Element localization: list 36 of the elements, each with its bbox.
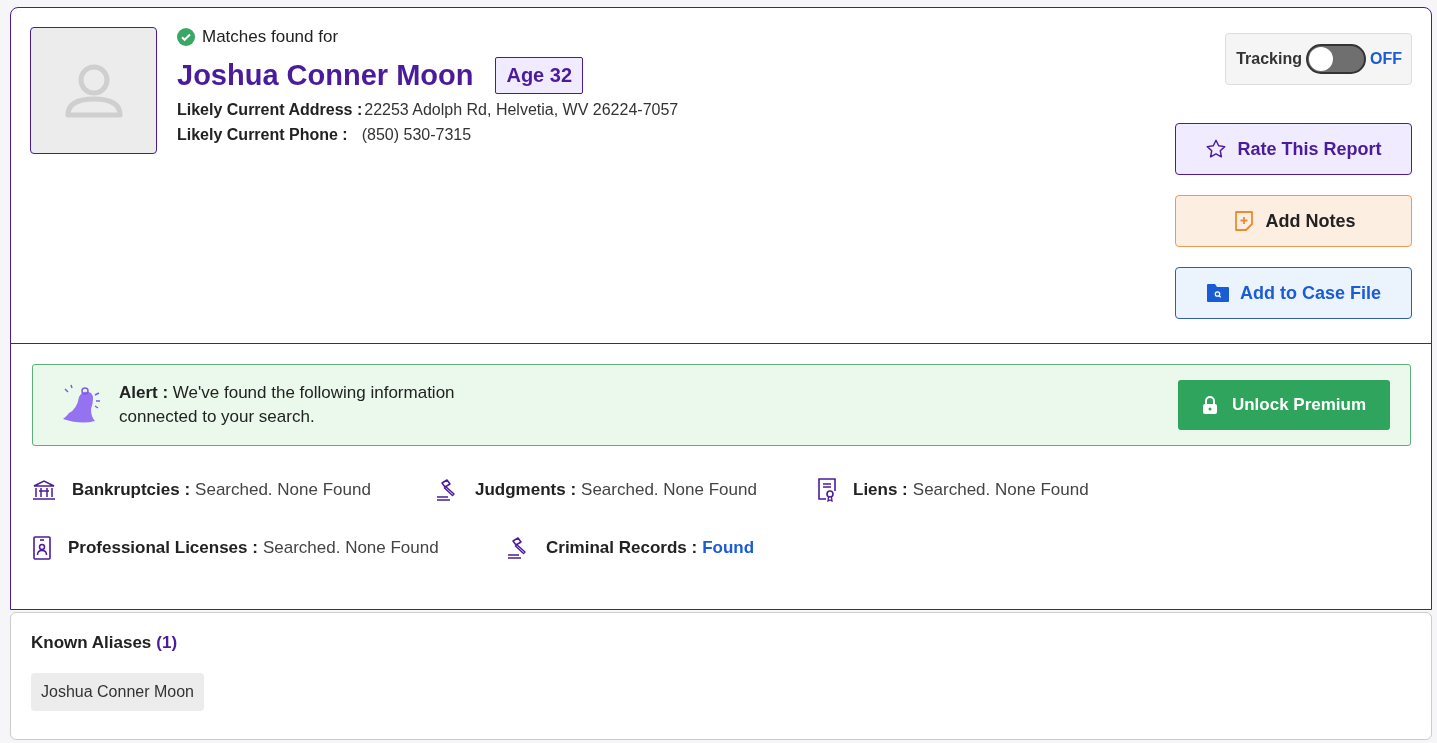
check-circle-icon [177,28,195,46]
star-icon [1205,138,1228,160]
add-case-file-button[interactable]: Add to Case File [1175,267,1412,319]
detail-label: Likely Current Address : [177,101,363,119]
tracking-state: OFF [1370,50,1402,68]
record-label: Professional Licenses : [68,538,258,558]
record-label: Criminal Records : [546,538,698,558]
detail-label: Likely Current Phone : [177,126,348,144]
id-badge-icon [32,536,52,560]
record-status: Searched. None Found [195,480,371,500]
bank-icon [32,479,56,501]
aliases-title: Known Aliases [31,633,152,652]
record-label: Bankruptcies : [72,480,191,500]
age-badge: Age 32 [495,57,584,94]
certificate-icon [817,478,837,502]
add-notes-button[interactable]: Add Notes [1175,195,1412,247]
record-status: Searched. None Found [912,480,1089,500]
record-status: Searched. None Found [262,538,439,558]
record-status: Searched. None Found [581,480,757,500]
unlock-premium-button[interactable]: Unlock Premium [1178,380,1390,430]
record-status-link[interactable]: Found [702,538,755,558]
person-icon [63,62,124,119]
lock-icon [1201,396,1218,414]
aliases-count: (1) [156,633,178,652]
person-name: Joshua Conner Moon [177,59,474,92]
record-label: Judgments : [475,480,577,500]
match-label: Matches found for [202,27,339,47]
detail-value: (850) 530-7315 [361,126,472,144]
record-label: Liens : [853,480,908,500]
folder-search-icon [1206,283,1230,303]
rate-report-button[interactable]: Rate This Report [1175,123,1412,175]
detail-value: 22253 Adolph Rd, Helvetia, WV 26224-7057 [364,101,679,119]
alert-message: Alert : We've found the following information connected to your search. [119,382,456,428]
tracking-toggle[interactable] [1306,44,1366,74]
tracking-label: Tracking [1236,50,1302,68]
alias-chip: Joshua Conner Moon [31,673,204,711]
